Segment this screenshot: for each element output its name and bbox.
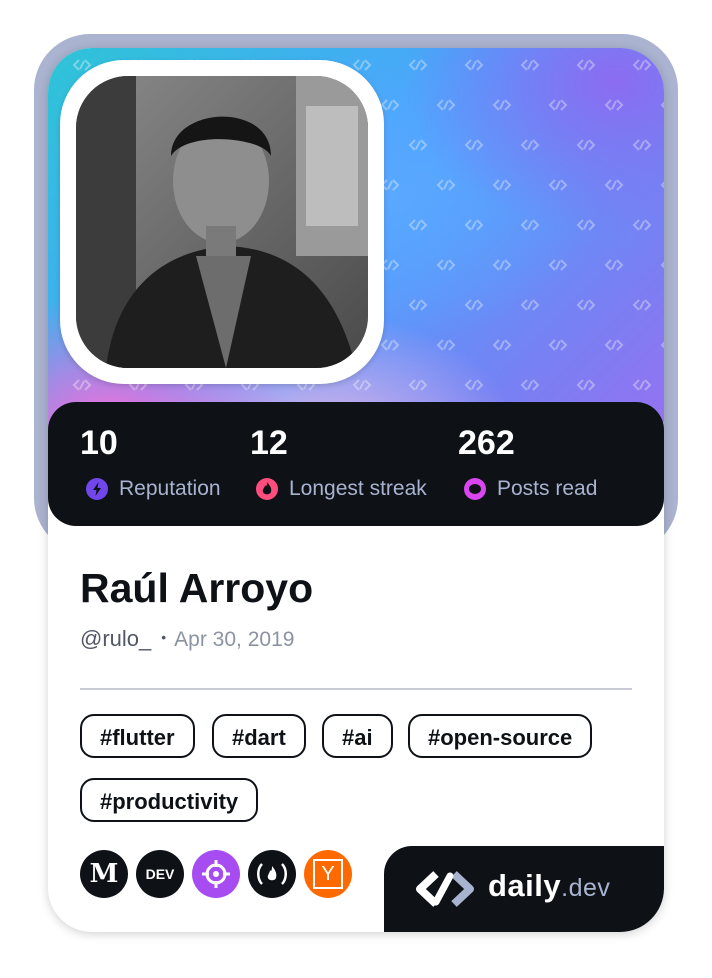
tag-chip[interactable]: #flutter <box>80 714 195 758</box>
tag-chip[interactable]: #open-source <box>408 714 593 758</box>
profile-meta: @rulo_ • Apr 30, 2019 <box>80 626 294 652</box>
stat-value: 12 <box>250 424 288 462</box>
divider <box>80 688 632 690</box>
devcard: 10 Reputation 12 Longest streak 262 Post… <box>48 48 664 932</box>
avatar-frame <box>60 60 384 384</box>
medium-icon[interactable]: M <box>80 850 128 898</box>
stat-value: 10 <box>80 424 118 462</box>
freecodecamp-icon[interactable] <box>248 850 296 898</box>
dev-icon[interactable]: DEV <box>136 850 184 898</box>
bolt-icon <box>86 478 108 500</box>
avatar-photo <box>76 76 368 368</box>
stat-reputation: 10 Reputation <box>80 424 221 500</box>
eye-icon <box>464 478 486 500</box>
tag-chip[interactable]: #dart <box>212 714 306 758</box>
avatar <box>76 76 368 368</box>
daily-dev-brand: daily.dev <box>384 846 664 932</box>
daily-dev-wordmark: daily.dev <box>488 868 611 903</box>
crosshair-icon[interactable] <box>192 850 240 898</box>
hackernews-icon[interactable]: Y <box>304 850 352 898</box>
daily-dev-logo-icon <box>416 871 474 907</box>
stat-value: 262 <box>458 424 515 462</box>
flame-icon <box>256 478 278 500</box>
tag-chip[interactable]: #ai <box>322 714 393 758</box>
stat-label: Longest streak <box>289 477 427 500</box>
profile-name: Raúl Arroyo <box>80 565 314 611</box>
tag-chip[interactable]: #productivity <box>80 778 259 822</box>
stats-bar: 10 Reputation 12 Longest streak 262 Post… <box>48 402 664 526</box>
stat-posts-read: 262 Posts read <box>458 424 597 500</box>
profile-joined-date: Apr 30, 2019 <box>174 628 295 651</box>
profile-handle: @rulo_ <box>80 626 152 651</box>
stat-longest-streak: 12 Longest streak <box>250 424 427 500</box>
meta-separator: • <box>161 629 167 645</box>
